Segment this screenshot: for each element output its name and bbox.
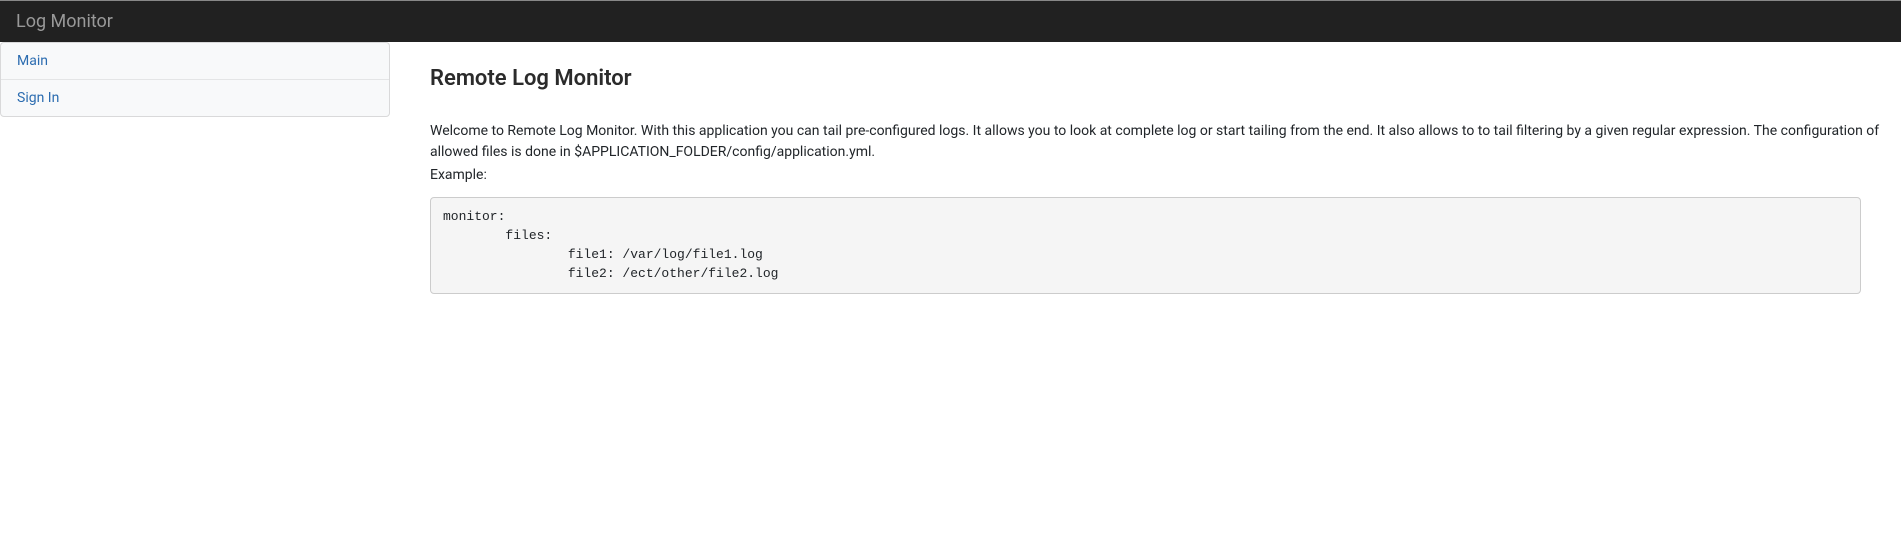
code-block: monitor: files: file1: /var/log/file1.lo…: [430, 197, 1861, 294]
sidebar: Main Sign In: [0, 42, 390, 318]
main-content: Remote Log Monitor Welcome to Remote Log…: [430, 42, 1901, 318]
sidebar-nav: Main Sign In: [0, 42, 390, 117]
page-title: Remote Log Monitor: [430, 66, 1881, 91]
sidebar-item-signin[interactable]: Sign In: [1, 80, 389, 116]
description-text: Welcome to Remote Log Monitor. With this…: [430, 121, 1881, 163]
navbar: Log Monitor: [0, 0, 1901, 42]
example-label: Example:: [430, 167, 1881, 183]
content-wrapper: Main Sign In Remote Log Monitor Welcome …: [0, 42, 1901, 318]
sidebar-item-main[interactable]: Main: [1, 43, 389, 80]
navbar-brand[interactable]: Log Monitor: [16, 11, 113, 32]
